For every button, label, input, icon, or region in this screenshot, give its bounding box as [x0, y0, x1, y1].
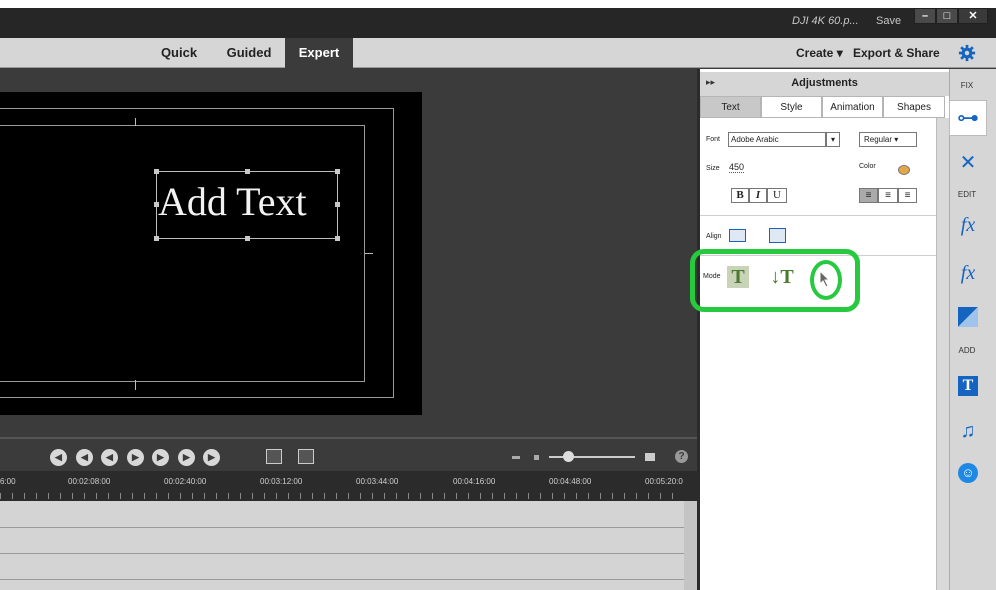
close-button[interactable]: ✕ — [958, 8, 988, 24]
align-horizontal-icon[interactable] — [729, 229, 746, 242]
font-style-value: Regular — [864, 135, 893, 144]
render-icon[interactable] — [266, 449, 282, 464]
export-share-menu[interactable]: Export & Share — [853, 38, 940, 68]
resize-handle[interactable] — [335, 202, 340, 207]
size-value[interactable]: 450 — [729, 162, 745, 173]
titles-icon[interactable]: T — [958, 376, 978, 396]
edit-label: EDIT — [957, 190, 977, 199]
bold-button[interactable]: B — [731, 188, 749, 203]
zoom-out-icon[interactable] — [512, 456, 520, 459]
align-vertical-icon[interactable] — [769, 228, 786, 243]
sliders-icon: ⊶ — [957, 105, 979, 130]
tab-text[interactable]: Text — [700, 96, 761, 118]
align-left-icon[interactable]: ≡ — [859, 188, 878, 203]
zoom-slider-handle[interactable] — [563, 451, 574, 462]
go-to-start-icon[interactable]: ◀ — [50, 449, 67, 466]
resize-handle[interactable] — [335, 169, 340, 174]
color-label: Color — [859, 163, 876, 170]
font-dropdown[interactable]: Adobe Arabic — [728, 132, 826, 147]
guide-tick — [365, 253, 373, 254]
color-picker-icon[interactable] — [898, 165, 910, 175]
play-icon[interactable]: ▶ — [127, 449, 144, 466]
tab-animation[interactable]: Animation — [822, 96, 883, 118]
minimize-button[interactable]: – — [914, 8, 936, 24]
music-icon[interactable]: ♫ — [955, 418, 981, 444]
italic-button[interactable]: I — [749, 188, 767, 203]
selection-tool-highlight — [810, 260, 842, 300]
timecode: 00:02:40:00 — [164, 477, 207, 486]
tab-quick[interactable]: Quick — [150, 38, 208, 68]
tab-expert[interactable]: Expert — [285, 38, 353, 68]
font-style-dropdown[interactable]: Regular ▾ — [859, 132, 917, 147]
adjustments-title: Adjustments — [791, 77, 858, 89]
ruler-ticks — [0, 493, 684, 499]
resize-handle[interactable] — [245, 169, 250, 174]
transitions-icon[interactable] — [958, 307, 978, 327]
zoom-large-icon[interactable] — [645, 453, 655, 461]
zoom-slider-track[interactable] — [549, 456, 635, 458]
timecode: 00:02:08:00 — [68, 477, 111, 486]
timecode: 00:04:16:00 — [453, 477, 496, 486]
create-menu[interactable]: Create ▾ — [796, 38, 843, 68]
applied-effects-icon[interactable]: fx — [955, 212, 981, 238]
tab-guided[interactable]: Guided — [218, 38, 280, 68]
step-back-icon[interactable]: ◀ — [101, 449, 118, 466]
resize-handle[interactable] — [154, 169, 159, 174]
tools-icon[interactable]: ✕ — [955, 150, 981, 176]
guide-tick — [135, 118, 136, 126]
go-to-end-icon[interactable]: ▶ — [203, 449, 220, 466]
track-divider — [0, 527, 684, 528]
resize-handle[interactable] — [335, 236, 340, 241]
guide-tick — [135, 380, 136, 390]
timeline-tracks[interactable] — [0, 501, 684, 590]
timecode: 00:05:20:0 — [645, 477, 683, 486]
timecode: 00:04:48:00 — [549, 477, 592, 486]
panel-scrollbar[interactable] — [936, 118, 949, 590]
align-label: Align — [706, 233, 722, 240]
right-toolbar — [949, 69, 996, 590]
font-label: Font — [706, 136, 721, 143]
graphics-icon[interactable]: ☺ — [958, 463, 978, 483]
effects-icon[interactable]: fx — [955, 260, 981, 286]
fix-label: FIX — [960, 81, 974, 90]
title-text[interactable]: Add Text — [158, 178, 307, 225]
gear-icon[interactable] — [958, 44, 976, 62]
adjustments-panel — [697, 69, 949, 590]
maximize-button[interactable]: □ — [936, 8, 958, 24]
align-center-icon[interactable]: ≡ — [878, 188, 898, 203]
track-divider — [0, 553, 684, 554]
size-label: Size — [706, 165, 720, 172]
timecode: 00:03:12:00 — [260, 477, 303, 486]
title-safe-guide — [0, 125, 365, 382]
help-icon[interactable]: ? — [675, 450, 688, 463]
timecode: 6:00 — [0, 477, 16, 486]
resize-handle[interactable] — [154, 236, 159, 241]
project-filename: DJI 4K 60.p... — [792, 15, 859, 27]
align-right-icon[interactable]: ≡ — [898, 188, 917, 203]
underline-button[interactable]: U — [767, 188, 787, 203]
zoom-small-icon[interactable] — [534, 455, 539, 460]
section-divider — [700, 215, 936, 216]
fast-forward-icon[interactable]: ▶ — [178, 449, 195, 466]
timeline-scrollbar[interactable] — [684, 501, 697, 590]
save-button[interactable]: Save — [876, 15, 901, 27]
timecode: 00:03:44:00 — [356, 477, 399, 486]
resize-handle[interactable] — [245, 236, 250, 241]
tab-shapes[interactable]: Shapes — [883, 96, 945, 118]
chevron-down-icon[interactable]: ▾ — [826, 132, 840, 147]
step-forward-icon[interactable]: ▶ — [152, 449, 169, 466]
track-divider — [0, 579, 684, 580]
fit-icon[interactable] — [298, 449, 314, 464]
add-label: ADD — [958, 346, 976, 355]
rewind-icon[interactable]: ◀ — [76, 449, 93, 466]
tab-style[interactable]: Style — [761, 96, 822, 118]
